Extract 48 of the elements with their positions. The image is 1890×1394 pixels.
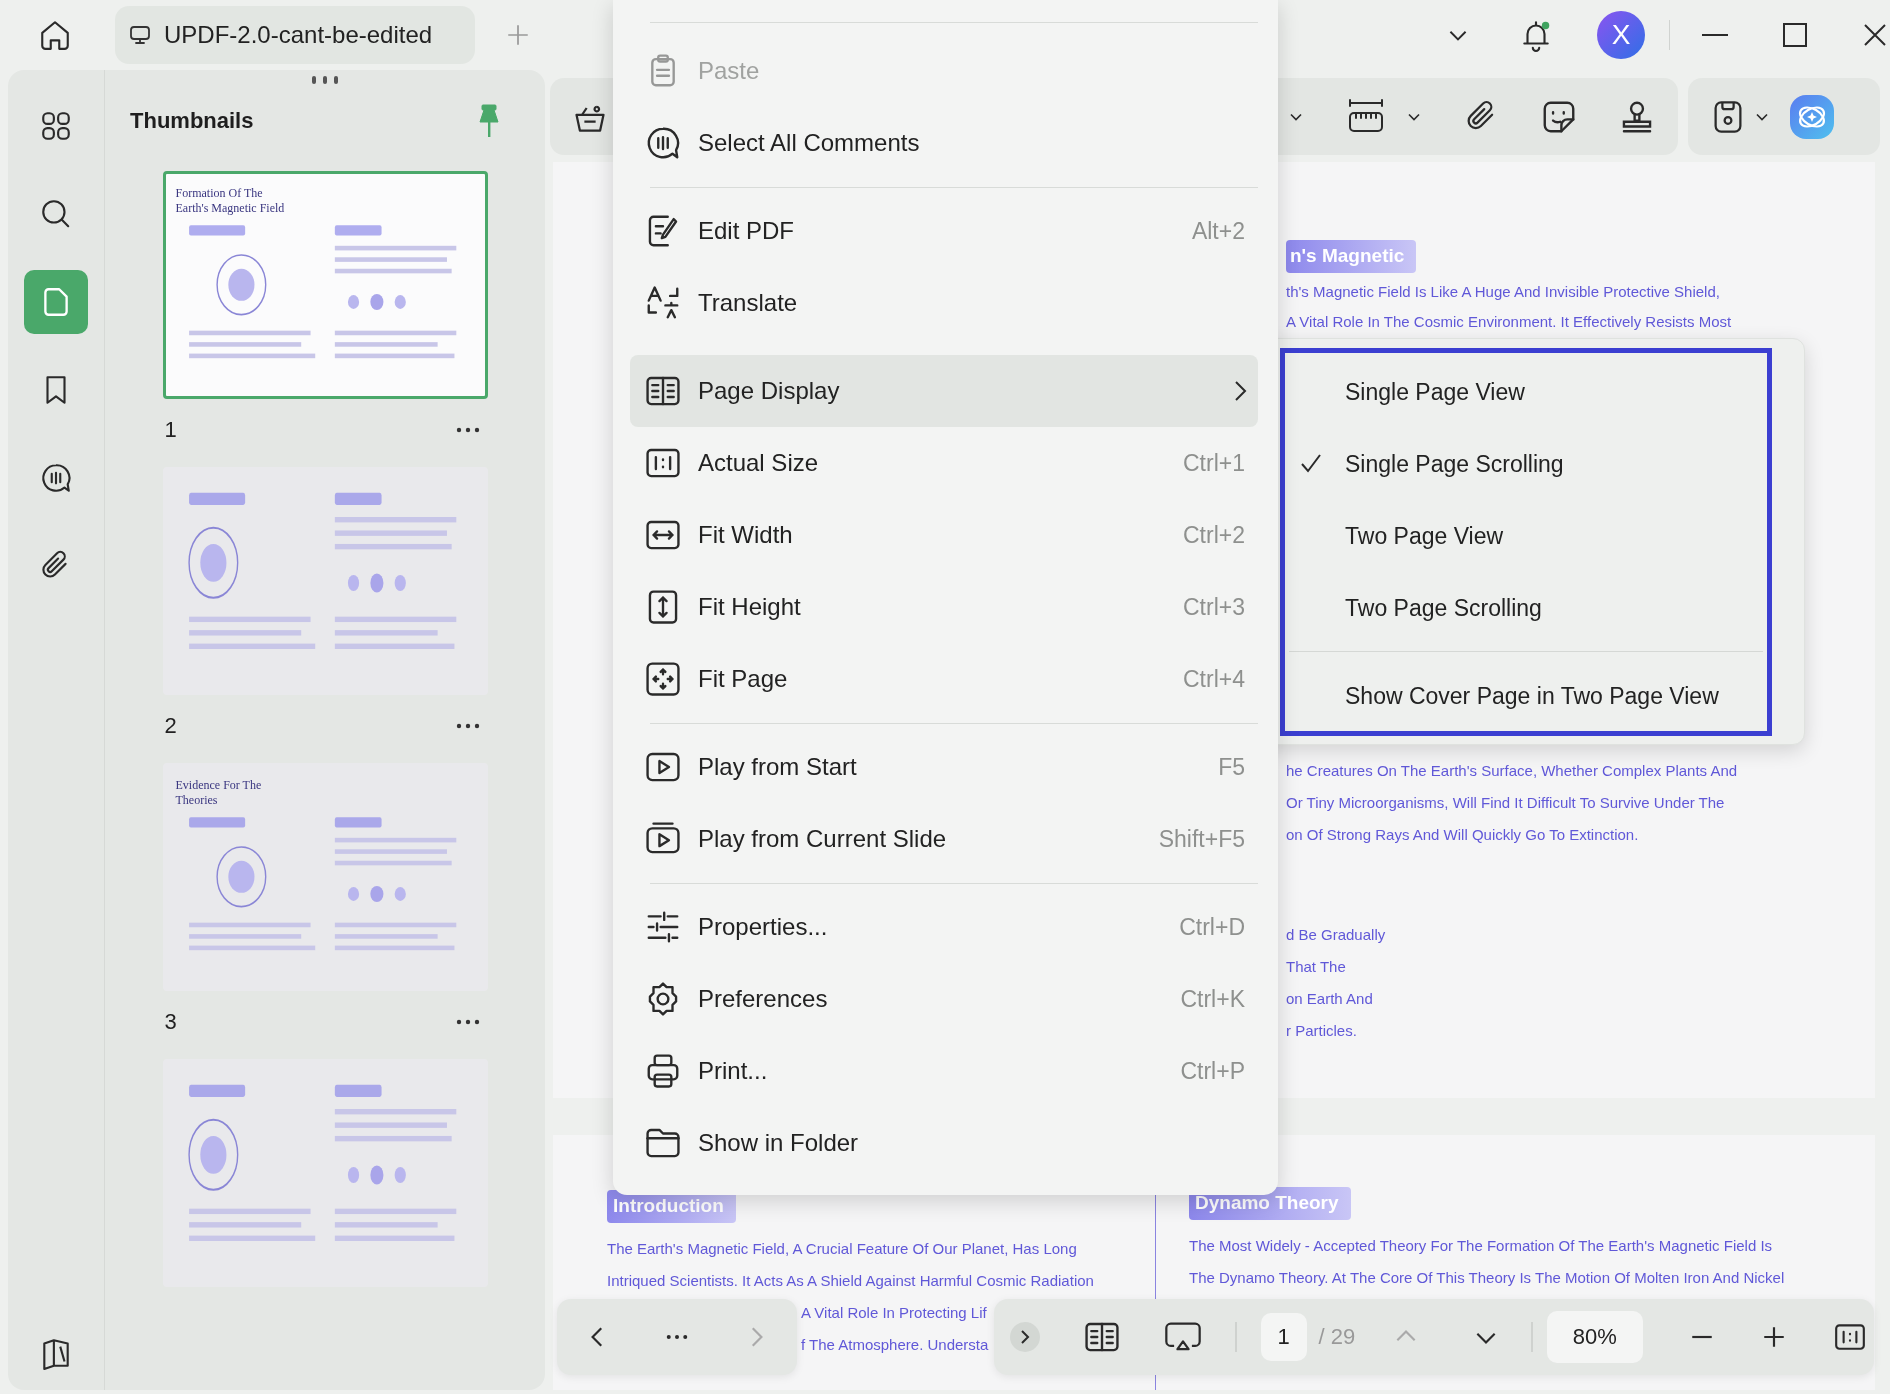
menu-item[interactable]: Fit Height Ctrl+3	[630, 571, 1258, 643]
body-text: The Dynamo Theory. At The Core Of This Theory Is The Motion Of Molten Iron And Nickel	[1189, 1268, 1785, 1288]
document-tab[interactable]: UPDF-2.0-cant-be-edited	[115, 6, 475, 64]
menu-item[interactable]: Play from Start F5	[630, 731, 1258, 803]
menu-option[interactable]: Two Page View	[1285, 500, 1767, 572]
menu-option[interactable]: Single Page View	[1285, 356, 1767, 428]
menu-item[interactable]: Properties... Ctrl+D	[630, 891, 1258, 963]
page-number: 2	[164, 713, 177, 739]
menu-item[interactable]: Page Display	[630, 355, 1258, 427]
menu-item[interactable]: Translate	[630, 267, 1258, 339]
body-text: th's Magnetic Field Is Like A Huge And Invisible Protective Shield,	[1286, 282, 1720, 302]
menu-item[interactable]: Show in Folder	[630, 1107, 1258, 1179]
menu-option[interactable]: Two Page Scrolling	[1285, 572, 1767, 644]
body-text: A Vital Role In The Cosmic Environment. It Effectively Resists Most	[1286, 312, 1732, 332]
body-text: f The Atmosphere. Understa	[801, 1335, 989, 1355]
menu-item[interactable]: Actual Size Ctrl+1	[630, 427, 1258, 499]
body-text: r Particles.	[1286, 1021, 1357, 1041]
menu-item[interactable]: Edit PDF Alt+2	[630, 195, 1258, 267]
body-text: Or Tiny Microorganisms, Will Find It Difficult To Survive Under The	[1286, 793, 1725, 813]
menu-item[interactable]: Fit Page Ctrl+4	[630, 643, 1258, 715]
menu-item[interactable]: Preferences Ctrl+K	[630, 963, 1258, 1035]
page-thumbnail[interactable]: Formation Of The Earth's Magnetic Field	[162, 171, 488, 399]
menu-option[interactable]: Show Cover Page in Two Page View	[1285, 660, 1767, 732]
body-text: The Earth's Magnetic Field, A Crucial Feature Of Our Planet, Has Long	[607, 1239, 1077, 1259]
page-thumbnail[interactable]: Evidence For The Theories	[162, 763, 488, 991]
user-avatar[interactable]: X	[1597, 11, 1645, 59]
menu-item[interactable]: Select All Comments	[630, 107, 1258, 179]
page-number: 1	[164, 417, 177, 443]
body-text: A Vital Role In Protecting Lif	[801, 1303, 987, 1323]
body-text: That The	[1286, 957, 1346, 977]
panel-title: Thumbnails	[130, 108, 254, 134]
body-text: The Most Widely - Accepted Theory For The Formation Of The Earth's Magnetic Field Is	[1189, 1236, 1773, 1256]
page-number: 3	[164, 1009, 177, 1035]
body-text: on Of Strong Rays And Will Quickly Go To Extinction.	[1286, 825, 1639, 845]
thumbnail-title: Evidence For The Theories	[175, 778, 263, 808]
menu-item[interactable]: Play from Current Slide Shift+F5	[630, 803, 1258, 875]
body-text: on Earth And	[1286, 989, 1373, 1009]
zoom-field[interactable]: 80%	[1546, 1311, 1643, 1363]
page-count: / 29	[1318, 1324, 1356, 1350]
menu-item[interactable]: Fit Width Ctrl+2	[630, 499, 1258, 571]
thumbnail-title: Formation Of The Earth's Magnetic Field	[175, 186, 286, 216]
menu-item[interactable]: Print... Ctrl+P	[630, 1035, 1258, 1107]
page-number-field[interactable]: 1	[1260, 1313, 1307, 1361]
section-heading: n's Magnetic	[1286, 240, 1417, 273]
body-text: he Creatures On The Earth's Surface, Whether Complex Plants And	[1286, 761, 1738, 781]
menu-option[interactable]: Single Page Scrolling	[1285, 428, 1767, 500]
body-text: Intriqued Scientists. It Acts As A Shield Against Harmful Cosmic Radiation	[607, 1271, 1094, 1291]
body-text: d Be Gradually	[1286, 925, 1386, 945]
